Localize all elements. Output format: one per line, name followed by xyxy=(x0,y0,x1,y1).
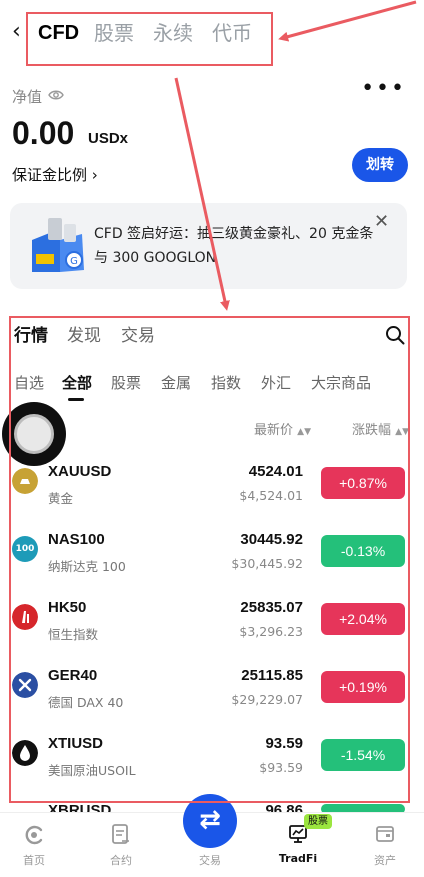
annotation-arrows xyxy=(174,0,417,311)
